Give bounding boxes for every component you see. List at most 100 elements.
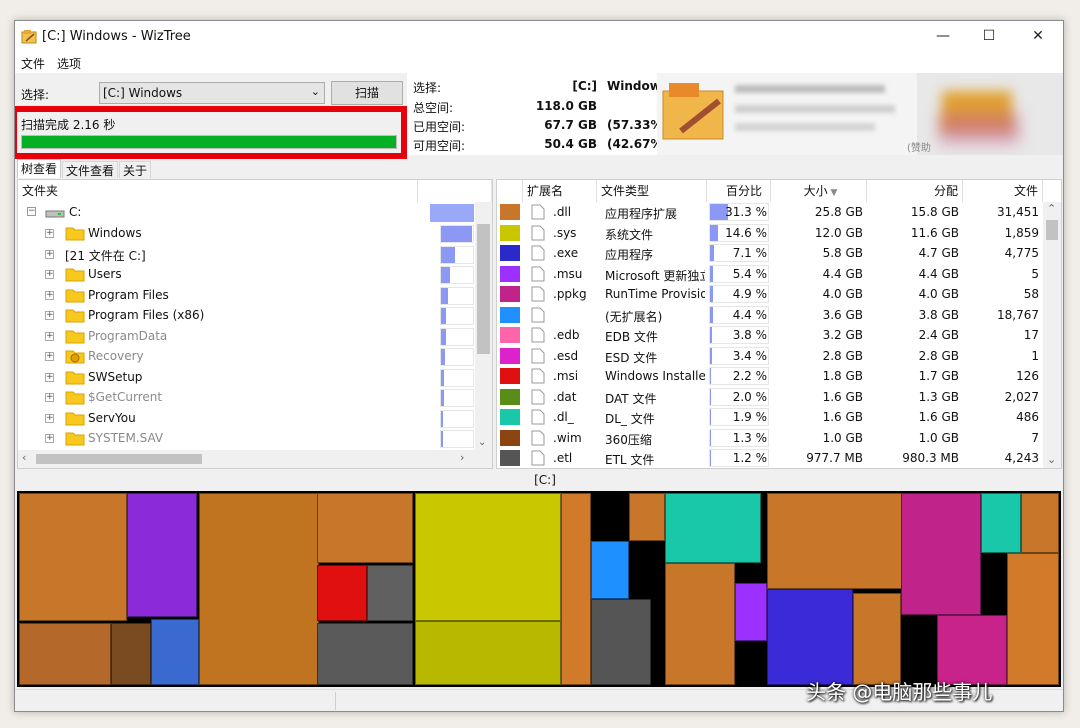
collapse-icon[interactable]: − xyxy=(27,207,36,216)
treemap-block[interactable] xyxy=(1021,493,1059,553)
tree-item[interactable]: ProgramData xyxy=(88,329,167,343)
select-label: 选择: xyxy=(21,88,50,102)
treemap-block[interactable] xyxy=(367,565,413,621)
col-header-ext[interactable]: 扩展名 xyxy=(523,180,597,202)
scroll-left-icon[interactable]: ‹ xyxy=(22,451,26,464)
tree-vscrollbar[interactable]: ⌄ xyxy=(475,202,492,450)
tree-item[interactable]: Recovery xyxy=(88,349,144,363)
filetype-size: 1.6 GB xyxy=(822,410,863,424)
tree-header[interactable]: 文件夹 xyxy=(18,180,418,202)
tree-header-size[interactable] xyxy=(418,180,492,202)
tree-item[interactable]: Program Files xyxy=(88,288,169,302)
filetype-row[interactable]: (无扩展名) 4.4 % 3.6 GB 3.8 GB 18,767 xyxy=(497,305,1043,325)
expand-icon[interactable]: + xyxy=(45,331,54,341)
tree-item[interactable]: $GetCurrent xyxy=(88,390,162,404)
filetype-alloc: 2.4 GB xyxy=(918,328,959,342)
filetype-vscroll-thumb[interactable] xyxy=(1046,220,1058,240)
tab-about[interactable]: 关于 xyxy=(119,161,152,178)
tree-item[interactable]: ServYou xyxy=(88,411,136,425)
treemap-block[interactable] xyxy=(665,493,761,563)
treemap-block[interactable] xyxy=(629,493,665,541)
drive-select[interactable]: [C:] Windows ⌄ xyxy=(99,82,325,104)
minimize-button[interactable]: — xyxy=(920,21,966,53)
treemap-block[interactable] xyxy=(19,493,127,621)
tree-item[interactable]: Program Files (x86) xyxy=(88,308,204,322)
file-icon xyxy=(531,245,545,261)
treemap-block[interactable] xyxy=(19,623,111,685)
expand-icon[interactable]: + xyxy=(45,249,54,259)
treemap-block[interactable] xyxy=(901,493,981,615)
treemap-block[interactable] xyxy=(853,593,901,685)
scroll-down-icon[interactable]: ⌄ xyxy=(478,437,486,448)
treemap-block[interactable] xyxy=(981,493,1021,553)
scan-button[interactable]: 扫描 xyxy=(331,81,403,105)
filetype-row[interactable]: .etl ETL 文件 1.2 % 977.7 MB 980.3 MB 4,243 xyxy=(497,448,1043,468)
tree-item[interactable]: [21 文件在 C:] xyxy=(65,247,146,264)
treemap-block[interactable] xyxy=(591,541,629,599)
tab-file-view[interactable]: 文件查看 xyxy=(62,161,119,178)
expand-icon[interactable]: + xyxy=(45,434,54,443)
col-header-size[interactable]: 大小 ▼ xyxy=(771,180,867,202)
filetype-row[interactable]: .sys 系统文件 14.6 % 12.0 GB 11.6 GB 1,859 xyxy=(497,223,1043,243)
treemap-block[interactable] xyxy=(1007,553,1059,685)
col-header-files[interactable]: 文件 xyxy=(963,180,1043,202)
tree-item[interactable]: Windows xyxy=(88,226,142,240)
expand-icon[interactable]: + xyxy=(45,372,54,382)
treemap-block[interactable] xyxy=(415,621,561,685)
filetype-row[interactable]: .wim 360压缩 1.3 % 1.0 GB 1.0 GB 7 xyxy=(497,428,1043,448)
treemap-block[interactable] xyxy=(111,623,151,685)
treemap-block[interactable] xyxy=(317,493,413,563)
filetype-row[interactable]: .msi Windows Installer 2.2 % 1.8 GB 1.7 GB 12… xyxy=(497,366,1043,386)
filetype-vscrollbar[interactable]: ⌃ ⌄ xyxy=(1043,202,1061,468)
filetype-row[interactable]: .dll 应用程序扩展 31.3 % 25.8 GB 15.8 GB 31,451 xyxy=(497,202,1043,222)
treemap-block[interactable] xyxy=(199,493,319,685)
tree-vscroll-thumb[interactable] xyxy=(477,224,490,354)
filetype-row[interactable]: .esd ESD 文件 3.4 % 2.8 GB 2.8 GB 1 xyxy=(497,346,1043,366)
expand-icon[interactable]: + xyxy=(45,393,54,402)
filetype-row[interactable]: .ppkg RunTime Provision 4.9 % 4.0 GB 4.0 GB 5… xyxy=(497,284,1043,304)
col-header-alloc[interactable]: 分配 xyxy=(867,180,963,202)
treemap-block[interactable] xyxy=(127,493,197,617)
tab-tree-view[interactable]: 树查看 xyxy=(17,159,62,178)
filetype-size: 1.6 GB xyxy=(822,389,863,404)
treemap-block[interactable] xyxy=(665,563,735,685)
expand-icon[interactable]: + xyxy=(45,352,54,361)
tree-item[interactable]: SYSTEM.SAV xyxy=(88,431,163,445)
filetype-row[interactable]: .edb EDB 文件 3.8 % 3.2 GB 2.4 GB 17 xyxy=(497,325,1043,345)
close-button[interactable]: ✕ xyxy=(1015,21,1061,53)
filetype-row[interactable]: .dl_ DL_ 文件 1.9 % 1.6 GB 1.6 GB 486 xyxy=(497,407,1043,427)
expand-icon[interactable]: + xyxy=(45,413,54,423)
filetype-row[interactable]: .msu Microsoft 更新独立 5.4 % 4.4 GB 4.4 GB 5 xyxy=(497,264,1043,284)
scroll-right-icon[interactable]: › xyxy=(460,451,464,464)
expand-icon[interactable]: + xyxy=(45,229,54,238)
treemap-block[interactable] xyxy=(937,615,1007,685)
treemap-block[interactable] xyxy=(317,623,413,685)
tree-item[interactable]: Users xyxy=(88,267,122,281)
expand-icon[interactable]: + xyxy=(45,290,54,300)
scroll-down-icon[interactable]: ⌄ xyxy=(1047,453,1056,466)
tree-item[interactable]: SWSetup xyxy=(88,370,142,384)
filetype-ext: .edb xyxy=(553,328,580,342)
treemap-block[interactable] xyxy=(561,493,591,685)
filetype-row[interactable]: .dat DAT 文件 2.0 % 1.6 GB 1.3 GB 2,027 xyxy=(497,387,1043,407)
sponsor-banner[interactable]: (赞助 xyxy=(657,73,1063,155)
menu-options[interactable]: 选项 xyxy=(57,55,81,72)
col-header-type[interactable]: 文件类型 xyxy=(597,180,707,202)
tree-hscrollbar[interactable]: ‹ › xyxy=(18,450,492,468)
maximize-button[interactable]: ☐ xyxy=(966,21,1012,53)
treemap-block[interactable] xyxy=(151,619,199,685)
filetype-row[interactable]: .exe 应用程序 7.1 % 5.8 GB 4.7 GB 4,775 xyxy=(497,243,1043,263)
menu-file[interactable]: 文件 xyxy=(21,55,45,72)
treemap-block[interactable] xyxy=(415,493,561,621)
col-header-pct[interactable]: 百分比 xyxy=(707,180,771,202)
treemap-block[interactable] xyxy=(317,565,367,621)
treemap-block[interactable] xyxy=(591,599,651,685)
expand-icon[interactable]: + xyxy=(45,270,54,279)
tree-hscroll-thumb[interactable] xyxy=(36,454,202,464)
treemap-block[interactable] xyxy=(767,589,853,685)
tree-root-label[interactable]: C: xyxy=(69,205,81,219)
treemap-block[interactable] xyxy=(735,583,767,641)
scroll-up-icon[interactable]: ⌃ xyxy=(1047,202,1056,215)
expand-icon[interactable]: + xyxy=(45,311,54,320)
treemap[interactable] xyxy=(17,491,1061,687)
